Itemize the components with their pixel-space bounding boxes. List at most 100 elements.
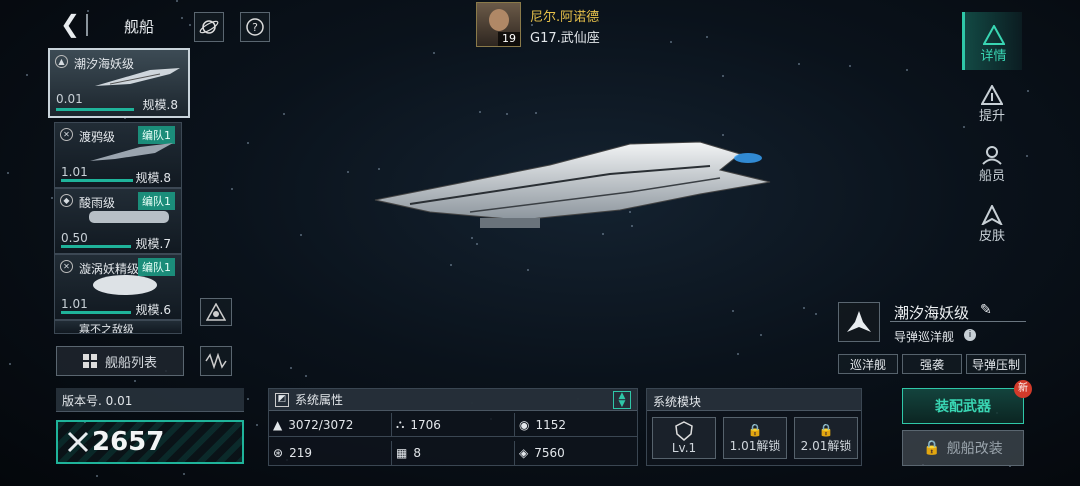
attr-value: 8 <box>413 446 421 460</box>
class-icon: ▲ <box>55 55 68 68</box>
star <box>527 269 529 271</box>
class-icon: ✕ <box>60 260 73 273</box>
star <box>283 113 285 115</box>
lock-icon: 🔒 <box>818 422 834 437</box>
help-button[interactable]: ? <box>240 12 270 42</box>
ship-card[interactable]: ✕ 渡鸦级 编队1 1.01 规模.8 <box>54 122 182 188</box>
star <box>256 424 258 426</box>
ship-card[interactable]: 寡不之敌级 <box>54 320 182 334</box>
ship-scale: 规模.8 <box>142 98 178 112</box>
star <box>247 398 249 400</box>
module-shield-icon <box>675 421 693 441</box>
upgrade-icon <box>981 85 1003 105</box>
avatar-face <box>489 9 509 31</box>
ship-scale: 规模.6 <box>135 303 171 317</box>
star <box>450 264 452 266</box>
tag-cruiser: 巡洋舰 <box>838 354 898 374</box>
info-icon[interactable]: i <box>964 329 976 341</box>
tab-label: 船员 <box>978 169 1005 184</box>
skin-icon <box>981 205 1003 225</box>
module-slot[interactable]: Lv.1 <box>652 417 716 459</box>
planet-icon <box>199 20 219 34</box>
attr-value: 1152 <box>535 417 567 432</box>
ship-scale: 规模.8 <box>135 171 171 185</box>
crew-icon <box>982 146 1002 165</box>
attr-hull: ▲ 3072/3072 <box>269 413 392 437</box>
star <box>815 313 817 315</box>
help-icon: ? <box>246 18 264 36</box>
ship-list-button[interactable]: 舰船列表 <box>56 346 184 376</box>
star <box>9 363 11 365</box>
ship-thumbnail <box>95 68 180 86</box>
ship-model <box>374 141 771 228</box>
player-location: G17.武仙座 <box>530 31 600 46</box>
attr-shield: ◉ 1152 <box>515 413 638 437</box>
ship-card[interactable]: ◆ 酸雨级 编队1 0.50 规模.7 <box>54 188 182 254</box>
star <box>96 475 98 477</box>
fleet-filter-button[interactable] <box>200 298 232 326</box>
back-arrow-icon[interactable]: ❮ <box>60 12 80 36</box>
module-slot-locked[interactable]: 🔒 2.01解锁 <box>794 417 858 459</box>
ship-class-badge <box>838 302 880 342</box>
power-box: 2657 <box>56 420 244 464</box>
module-unlock: 2.01解锁 <box>800 438 852 453</box>
selected-ship-type: 导弹巡洋舰 <box>894 330 955 344</box>
star <box>300 234 302 236</box>
modules-title: 系统模块 <box>647 389 861 411</box>
ship-progress <box>61 245 131 248</box>
star <box>803 307 805 309</box>
star <box>706 36 708 38</box>
tab-upgrade[interactable]: 提升 <box>962 72 1022 130</box>
star <box>26 74 28 76</box>
class-icon: ◆ <box>60 194 73 207</box>
modify-label: 舰船改装 <box>946 441 1003 457</box>
module-slot-locked[interactable]: 🔒 1.01解锁 <box>723 417 787 459</box>
star <box>176 0 178 2</box>
ship-list-label: 舰船列表 <box>104 355 157 371</box>
attr-value: 219 <box>289 446 312 460</box>
tab-crew[interactable]: 船员 <box>962 132 1022 190</box>
attributes-panel: ◩ 系统属性 ▲ ▼ ▲ 3072/3072 ⛬ 1706 ◉ 1152 ⊛ 219 ▦ 8… <box>268 388 638 466</box>
ship-name: 寡不之敌级 <box>79 323 134 334</box>
star <box>479 111 481 113</box>
planet-button[interactable] <box>194 12 224 42</box>
star <box>181 17 183 19</box>
ship-thumbnail <box>93 275 157 295</box>
star <box>433 52 435 54</box>
attr-armor: ⛬ 1706 <box>392 413 515 437</box>
armor-icon: ⛬ <box>396 417 405 431</box>
equip-weapons-button[interactable]: 装配武器 <box>902 388 1024 424</box>
star <box>134 380 136 382</box>
star <box>189 24 191 26</box>
ship-progress <box>61 311 131 314</box>
fleet-icon <box>206 303 226 321</box>
lock-icon: 🔒 <box>747 422 763 437</box>
star <box>722 75 724 77</box>
tab-skin[interactable]: 皮肤 <box>962 192 1022 250</box>
swords-icon <box>67 431 89 453</box>
attr-value: 3072/3072 <box>288 417 354 432</box>
ship-scale: 规模.7 <box>135 237 171 251</box>
power-value: 2657 <box>92 427 165 457</box>
ship-card[interactable]: ▲ 潮汐海妖级 0.01 规模.8 <box>48 48 190 118</box>
player-avatar[interactable]: 19 <box>476 2 521 47</box>
speed-icon: ⊛ <box>273 446 284 460</box>
attr-speed: ⊛ 219 <box>269 441 392 465</box>
tab-label: 详情 <box>980 49 1007 64</box>
wave-button[interactable] <box>200 346 232 376</box>
toggle-icon[interactable]: ▲ ▼ <box>613 391 631 409</box>
slots-icon: ▦ <box>396 446 408 460</box>
attributes-icon: ◩ <box>275 392 289 407</box>
tag-assault: 强袭 <box>902 354 962 374</box>
ship-thumbnail <box>89 211 169 223</box>
edit-icon[interactable]: ✎ <box>980 302 992 318</box>
new-badge: 新 <box>1014 380 1032 398</box>
ship-card[interactable]: ✕ 漩涡妖精级 编队1 1.01 规模.6 <box>54 254 182 320</box>
tab-details[interactable]: 详情 <box>962 12 1022 70</box>
cruiser-icon <box>847 311 871 332</box>
star <box>1026 155 1028 157</box>
module-level: Lv.1 <box>671 441 697 455</box>
ship-progress <box>56 108 134 111</box>
hull-icon: ▲ <box>273 417 283 432</box>
ship-modify-button[interactable]: 🔒 舰船改装 <box>902 430 1024 466</box>
